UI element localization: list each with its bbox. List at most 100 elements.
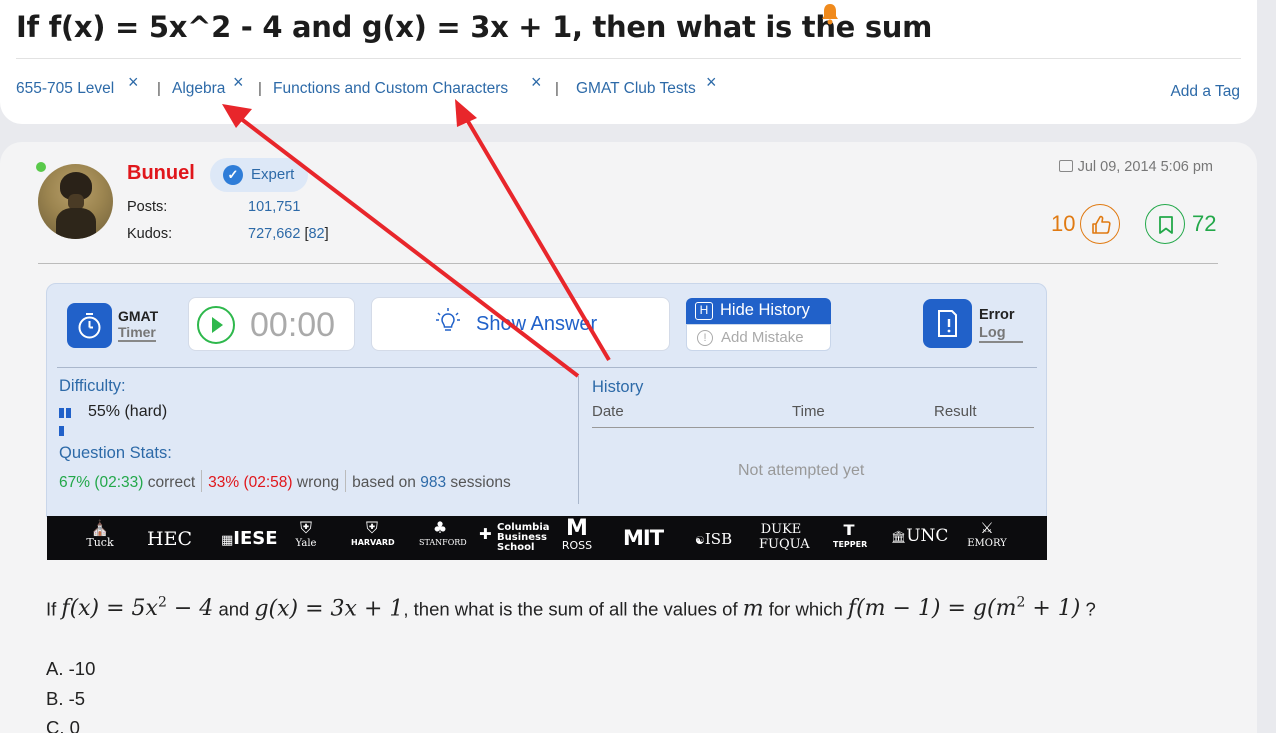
show-answer-label[interactable]: Show Answer xyxy=(476,313,597,336)
harvard-logo[interactable]: ⛨ HARVARD xyxy=(351,518,395,547)
tag-separator: | xyxy=(555,80,559,97)
math-equation: f(m − 1) = g(m2 + 1) xyxy=(847,595,1081,622)
emory-logo[interactable]: ⚔ EMORY xyxy=(965,518,1009,549)
difficulty-value: 55% (hard) xyxy=(88,403,168,420)
history-title: History xyxy=(592,378,644,396)
close-icon[interactable]: × xyxy=(233,72,244,93)
comment-icon xyxy=(1058,160,1073,172)
error-log-icon xyxy=(938,310,957,337)
hide-history-label[interactable]: Hide History xyxy=(720,301,810,320)
posts-count[interactable]: 101,751 xyxy=(248,199,300,215)
divider xyxy=(16,58,1241,59)
stanford-logo[interactable]: ♣ STANFORD xyxy=(419,518,467,547)
difficulty-title: Difficulty: xyxy=(59,377,126,395)
ross-logo[interactable]: M ROSS xyxy=(559,518,595,552)
play-icon xyxy=(212,317,223,333)
kudos-value[interactable]: 727,662 xyxy=(248,226,300,242)
username[interactable]: Bunuel xyxy=(127,162,195,185)
question-stats: 67% (02:33) correct 33% (02:58) wrong base… xyxy=(59,470,511,492)
kudos-extra[interactable]: 82 xyxy=(308,226,324,242)
show-answer-button[interactable]: Show Answer xyxy=(371,297,670,351)
posts-label: Posts: xyxy=(127,199,168,215)
tuck-logo[interactable]: ⛪ Tuck xyxy=(85,520,115,549)
timer-display: 00:00 xyxy=(188,297,355,351)
info-icon: ! xyxy=(697,330,713,346)
error-log-title[interactable]: Error xyxy=(979,307,1014,323)
yale-logo[interactable]: ⛨ Yale xyxy=(293,518,319,549)
bookmark-icon xyxy=(1159,216,1173,234)
kudos-bracket: ] xyxy=(324,226,329,242)
badge-label: Expert xyxy=(251,166,295,183)
correct-percentage: 67% (02:33) xyxy=(59,474,144,491)
timer-value: 00:00 xyxy=(250,306,336,344)
bookmark-count: 72 xyxy=(1192,211,1217,236)
divider xyxy=(578,376,579,504)
add-mistake-button[interactable]: ! Add Mistake xyxy=(686,324,831,351)
based-on-text: based on xyxy=(352,474,416,491)
isb-logo[interactable]: ☯ISB xyxy=(695,530,732,548)
kudos-stat: 727,662 [82] xyxy=(248,226,329,242)
math-f-definition: f(x) = 5x2 − 4 xyxy=(61,595,214,622)
hotkey-icon: H xyxy=(695,302,713,320)
timer-button[interactable] xyxy=(67,303,112,348)
close-icon[interactable]: × xyxy=(706,72,717,93)
play-button[interactable] xyxy=(197,306,235,344)
tag-label[interactable]: Algebra xyxy=(172,80,225,98)
thumbs-up-icon xyxy=(1092,215,1111,234)
check-icon: ✓ xyxy=(223,165,243,185)
wrong-percentage: 33% (02:58) xyxy=(208,474,293,491)
history-column-date: Date xyxy=(592,403,624,420)
gmat-timer-title[interactable]: GMAT xyxy=(118,308,158,324)
bookmark-button[interactable] xyxy=(1145,204,1185,244)
bell-icon[interactable] xyxy=(820,2,840,26)
tepper-logo[interactable]: ᴛ TEPPER xyxy=(833,518,867,549)
add-mistake-label[interactable]: Add Mistake xyxy=(721,329,804,346)
sessions-count[interactable]: 983 xyxy=(420,474,446,491)
question-text: If f(x) = 5x2 − 4 and g(x) = 3x + 1, the… xyxy=(46,595,1096,622)
difficulty-bars-icon xyxy=(59,405,79,436)
post-date: Jul 09, 2014 5:06 pm xyxy=(1058,159,1213,175)
add-tag-link[interactable]: Add a Tag xyxy=(1170,83,1240,101)
answer-choice-b: B. -5 xyxy=(46,688,86,709)
answer-choice-c: C. 0 xyxy=(46,717,80,733)
columbia-logo[interactable]: ✚ Columbia Business School xyxy=(479,523,550,553)
hide-history-button[interactable]: H Hide History xyxy=(686,298,831,324)
hec-logo[interactable]: HEC xyxy=(147,528,192,550)
post-date-text: Jul 09, 2014 5:06 pm xyxy=(1077,159,1213,175)
gmat-timer-subtitle[interactable]: Timer xyxy=(118,324,156,342)
error-log-subtitle[interactable]: Log xyxy=(979,325,1023,343)
bulb-icon xyxy=(436,308,460,331)
page-title: If f(x) = 5x^2 - 4 and g(x) = 3x + 1, th… xyxy=(16,10,933,44)
wrong-word: wrong xyxy=(296,474,340,491)
question-stats-title: Question Stats: xyxy=(59,444,172,462)
tag-label[interactable]: Functions and Custom Characters xyxy=(273,80,508,98)
kudos-label: Kudos: xyxy=(127,226,173,242)
expert-badge: ✓ Expert xyxy=(210,158,308,192)
tag-label[interactable]: 655-705 Level xyxy=(16,80,114,98)
duke-fuqua-logo[interactable]: DUKE FUQUA xyxy=(759,522,810,552)
close-icon[interactable]: × xyxy=(531,72,542,93)
mit-logo[interactable]: MIT xyxy=(623,526,664,550)
correct-word: correct xyxy=(147,474,196,491)
school-logos-strip: ⛪ Tuck HEC ▦IESE ⛨ Yale ⛨ HARVARD ♣ STAN… xyxy=(47,516,1047,560)
online-status-dot xyxy=(36,162,46,172)
close-icon[interactable]: × xyxy=(128,72,139,93)
kudos-count: 10 xyxy=(1051,211,1076,236)
topic-header-card: If f(x) = 5x^2 - 4 and g(x) = 3x + 1, th… xyxy=(0,0,1257,124)
math-g-definition: g(x) = 3x + 1 xyxy=(254,596,404,622)
divider xyxy=(38,263,1218,264)
avatar[interactable] xyxy=(38,164,113,239)
kudos-button[interactable] xyxy=(1080,204,1120,244)
iese-logo[interactable]: ▦IESE xyxy=(221,528,278,549)
error-log-button[interactable] xyxy=(923,299,972,348)
history-column-time: Time xyxy=(792,403,825,420)
answer-choice-a: A. -10 xyxy=(46,658,96,679)
tag-label[interactable]: GMAT Club Tests xyxy=(576,80,696,98)
unc-logo[interactable]: 🏛UNC xyxy=(891,526,948,546)
divider xyxy=(57,367,1037,368)
tag-separator: | xyxy=(258,80,262,97)
stopwatch-icon xyxy=(78,313,101,339)
math-var-m: m xyxy=(742,596,764,622)
history-column-result: Result xyxy=(934,403,977,420)
sessions-word: sessions xyxy=(450,474,511,491)
